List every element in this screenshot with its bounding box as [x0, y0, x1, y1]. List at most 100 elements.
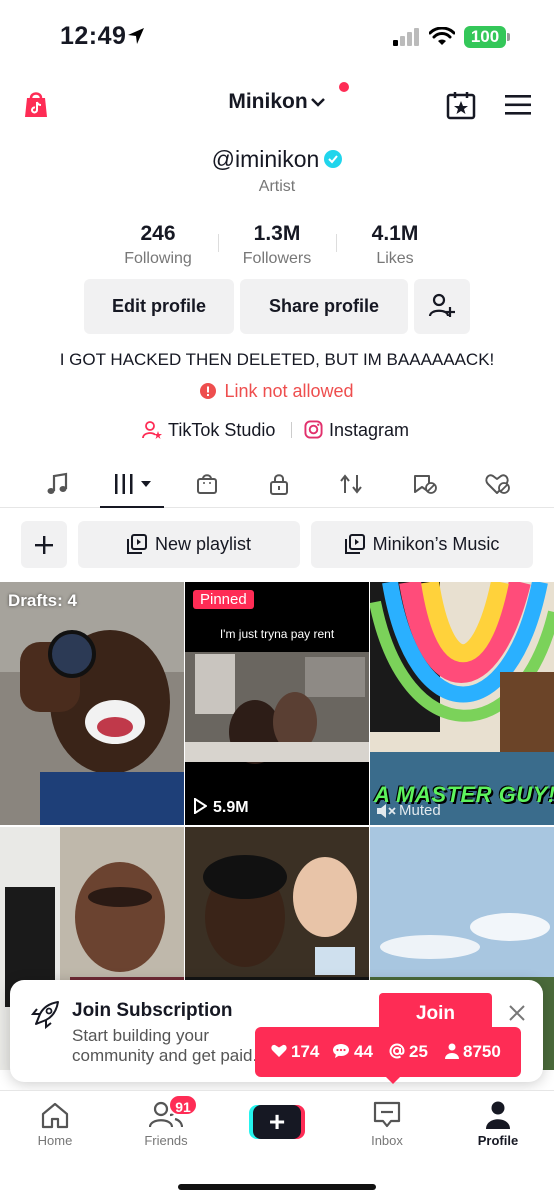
home-icon: [41, 1102, 69, 1129]
speaker-muted-icon: [377, 804, 396, 819]
create-button[interactable]: +: [249, 1105, 305, 1139]
mentions-count: 25: [389, 1041, 428, 1063]
link-warning: Link not allowed: [0, 381, 554, 402]
playlist-icon: [126, 533, 147, 554]
music-note-icon: [47, 472, 68, 494]
active-tab-indicator: [100, 506, 164, 508]
nav-profile-label: Profile: [477, 1133, 519, 1148]
tab-liked[interactable]: [473, 468, 523, 500]
comments-count: 44: [332, 1041, 373, 1063]
video-thumbnail[interactable]: A MASTER GUY! Muted: [370, 582, 554, 825]
tab-favorites[interactable]: [400, 468, 450, 500]
profile-handle: @iminikon: [211, 146, 320, 172]
heart-hidden-icon: [485, 474, 510, 494]
repost-icon: [340, 474, 362, 494]
lock-icon: [270, 474, 288, 495]
activity-notification-bubble[interactable]: 174 44 25 8750: [255, 1027, 521, 1077]
profile-actions: Edit profile Share profile: [0, 279, 554, 334]
bookmark-hidden-icon: [414, 475, 437, 494]
comment-icon: [333, 1044, 349, 1059]
wifi-icon: [429, 27, 455, 45]
location-arrow-icon: [128, 28, 144, 44]
new-playlist-button[interactable]: New playlist: [78, 521, 300, 568]
profile-tabs: [0, 460, 554, 508]
tab-videos[interactable]: [107, 468, 157, 500]
instagram-link[interactable]: Instagram: [304, 418, 409, 442]
share-profile-button[interactable]: Share profile: [240, 279, 408, 334]
status-time: 12:49: [60, 22, 127, 50]
heart-icon: [271, 1044, 287, 1058]
edit-profile-button[interactable]: Edit profile: [84, 279, 234, 334]
hamburger-menu-icon[interactable]: [505, 94, 531, 116]
playlist-row: New playlist Minikon’s Music: [0, 521, 554, 568]
stat-value: 1.3M: [253, 222, 301, 245]
studio-user-icon: [142, 420, 162, 439]
battery-cap: [507, 33, 510, 41]
pinned-video-thumbnail[interactable]: Pinned I'm just tryna pay rent 5.9M: [185, 582, 369, 825]
profile-stats: 246 Following 1.3M Followers 4.1M Likes: [0, 222, 554, 272]
nav-inbox[interactable]: Inbox: [347, 1101, 427, 1148]
home-indicator: [178, 1184, 376, 1190]
stat-value: 4.1M: [371, 222, 419, 245]
profile-role: Artist: [258, 178, 296, 195]
caret-down-icon: [140, 481, 151, 487]
muted-label: Muted: [399, 802, 441, 819]
add-playlist-button[interactable]: [21, 521, 67, 568]
shopping-bag-icon: [197, 474, 217, 494]
plus-icon: [35, 536, 53, 555]
nav-home[interactable]: Home: [15, 1101, 95, 1148]
likes-count: 174: [271, 1041, 319, 1063]
stat-likes[interactable]: 4.1M Likes: [335, 222, 455, 268]
profile-icon: [486, 1101, 510, 1129]
tab-private[interactable]: [254, 468, 304, 500]
close-icon[interactable]: [508, 1004, 526, 1022]
header-username: Minikon: [228, 90, 308, 113]
nav-friends-label: Friends: [144, 1133, 188, 1148]
likes-value: 174: [291, 1042, 320, 1061]
playlist-icon: [344, 533, 365, 554]
play-icon: [194, 797, 208, 816]
thumbnail-image: [185, 582, 369, 825]
music-playlist-button[interactable]: Minikon’s Music: [311, 521, 533, 568]
promo-title: Join Subscription: [72, 1000, 233, 1021]
pinned-badge: Pinned: [193, 590, 254, 609]
tab-reposts[interactable]: [326, 468, 376, 500]
comments-value: 44: [354, 1042, 373, 1061]
stat-label: Followers: [242, 250, 312, 267]
instagram-icon: [304, 420, 323, 439]
profile-links: TikTok Studio Instagram: [0, 418, 554, 444]
calendar-star-icon[interactable]: [446, 90, 476, 120]
stat-value: 246: [140, 222, 176, 245]
drafts-label: Drafts: 4: [8, 591, 77, 610]
stat-label: Following: [124, 250, 192, 267]
profile-bio: I GOT HACKED THEN DELETED, BUT IM BAAAAA…: [59, 350, 495, 369]
friends-badge: 91: [168, 1094, 198, 1116]
muted-indicator: Muted: [376, 802, 441, 819]
inbox-icon: [373, 1101, 401, 1128]
add-friend-button[interactable]: [414, 279, 470, 334]
rocket-icon: [30, 1001, 59, 1030]
notification-pointer: [385, 1076, 401, 1084]
chevron-down-icon: [310, 98, 325, 108]
verified-badge-icon: [324, 150, 343, 169]
add-user-icon: [428, 293, 455, 317]
video-caption: I'm just tryna pay rent: [219, 627, 335, 641]
nav-profile[interactable]: Profile: [458, 1101, 538, 1148]
status-bar: 12:49 100: [0, 0, 554, 70]
nav-home-label: Home: [37, 1133, 73, 1148]
stat-label: Likes: [376, 250, 414, 267]
stat-following[interactable]: 246 Following: [98, 222, 218, 268]
tab-music[interactable]: [32, 468, 82, 500]
new-playlist-label: New playlist: [154, 534, 252, 554]
battery-indicator: 100: [464, 26, 506, 48]
cellular-signal-icon: [393, 28, 419, 46]
tiktok-studio-label: TikTok Studio: [168, 420, 276, 440]
person-icon: [445, 1043, 459, 1060]
link-warning-text: Link not allowed: [224, 381, 354, 401]
tab-shop[interactable]: [182, 468, 232, 500]
stat-followers[interactable]: 1.3M Followers: [217, 222, 337, 268]
drafts-thumbnail[interactable]: Drafts: 4: [0, 582, 184, 825]
thumbnail-image: [0, 582, 184, 825]
at-sign-icon: [389, 1043, 405, 1059]
tiktok-studio-link[interactable]: TikTok Studio: [142, 418, 275, 442]
